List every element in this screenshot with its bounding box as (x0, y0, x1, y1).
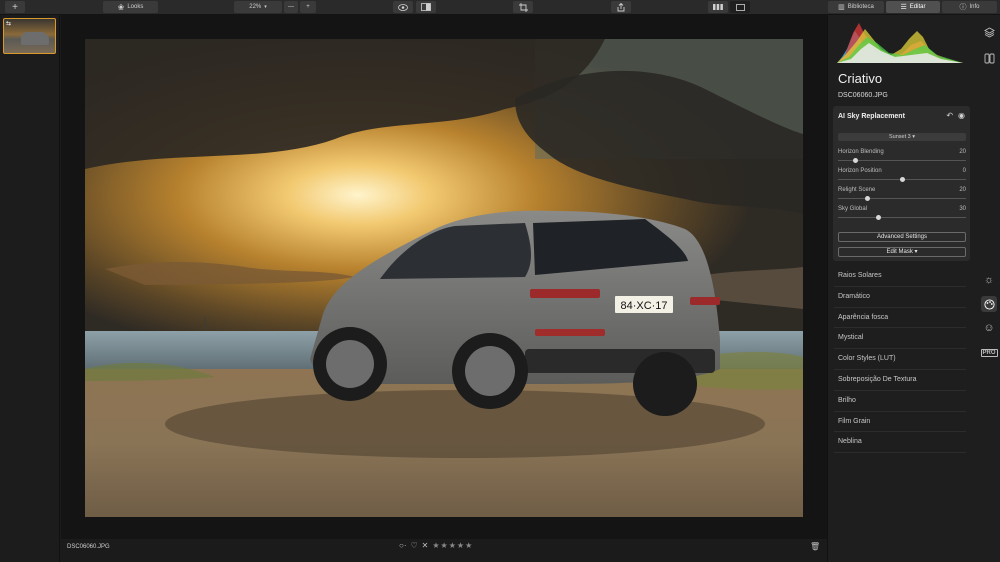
tab-biblioteca[interactable]: ▥ Biblioteca (828, 1, 884, 13)
slider-value: 20 (959, 149, 966, 155)
slider-label: Horizon Blending (838, 149, 884, 155)
add-button[interactable]: + (5, 1, 25, 13)
image-canvas: 84·XC·17 (61, 15, 827, 539)
slider-label: Relight Scene (838, 187, 876, 193)
photo-thumbnail[interactable]: ⇆ (3, 18, 56, 54)
filter-item[interactable]: Raios Solares (834, 266, 966, 287)
bottom-filename: DSC06060.JPG (67, 544, 110, 550)
face-icon[interactable]: ☺ (981, 320, 997, 336)
sky-card-title: AI Sky Replacement (838, 113, 905, 120)
compare-view-button[interactable] (416, 1, 436, 13)
star-rating[interactable]: ★★★★★ (432, 541, 473, 550)
horizon-position-slider[interactable]: Horizon Position 0 (838, 168, 966, 184)
filter-item[interactable]: Dramático (834, 287, 966, 308)
zoom-select[interactable]: 22% ▾ (234, 1, 282, 13)
crop-button[interactable] (513, 1, 533, 13)
photo-preview[interactable]: 84·XC·17 (85, 39, 803, 517)
car-sunset-photo: 84·XC·17 (85, 39, 803, 517)
pro-label: PRO (980, 349, 998, 357)
filmstrip: ⇆ (0, 15, 60, 562)
zoom-in-button[interactable]: + (300, 1, 316, 13)
sky-preset-select[interactable]: Sunset 3 ▾ (838, 133, 966, 141)
filter-item[interactable]: Color Styles (LUT) (834, 349, 966, 370)
top-toolbar: + ❀ Looks 22% ▾ — + ▥ Biblioteca ☰ Edita… (0, 0, 1000, 15)
looks-button[interactable]: ❀ Looks (103, 1, 158, 13)
filter-item[interactable]: Sobreposição De Textura (834, 370, 966, 391)
zoom-out-button[interactable]: — (284, 1, 298, 13)
eye-icon (398, 3, 408, 11)
split-view-icon (421, 3, 431, 11)
compare-icon[interactable] (981, 50, 997, 66)
filter-item[interactable]: Aparência fosca (834, 308, 966, 329)
slider-value: 30 (959, 206, 966, 212)
grid-icon (713, 4, 723, 10)
library-icon: ▥ (838, 4, 845, 11)
relight-scene-slider[interactable]: Relight Scene 20 (838, 187, 966, 203)
export-button[interactable] (611, 1, 631, 13)
info-icon: ⓘ (959, 4, 967, 11)
zoom-value: 22% (249, 4, 262, 10)
creative-filters-list: Raios Solares Dramático Aparência fosca Mys… (834, 266, 966, 454)
horizon-blending-slider[interactable]: Horizon Blending 20 (838, 149, 966, 165)
minus-icon: — (288, 4, 294, 10)
plus-icon: + (306, 4, 310, 10)
crop-icon (518, 2, 528, 12)
bottom-bar: DSC06060.JPG ○· ♡ ✕ ★★★★★ 🗑 (61, 539, 827, 562)
sliders-icon: ☰ (900, 4, 907, 11)
trash-icon[interactable]: 🗑 (810, 542, 820, 551)
palette-icon[interactable] (981, 296, 997, 312)
share-icon (617, 2, 625, 11)
panel-filename: DSC06060.JPG (838, 92, 888, 99)
slider-label: Sky Global (838, 206, 868, 212)
histogram (837, 19, 963, 63)
panel-title: Criativo (838, 71, 883, 86)
filter-item[interactable]: Mystical (834, 328, 966, 350)
preview-button[interactable] (393, 1, 413, 13)
tab-info[interactable]: ⓘ Info (942, 1, 997, 13)
filter-item[interactable]: Brilho (834, 391, 966, 412)
sun-icon[interactable]: ☼ (981, 272, 997, 288)
slider-knob[interactable] (865, 196, 871, 201)
thumbnail-car (21, 32, 49, 45)
swap-icon: ⇆ (6, 21, 12, 27)
slider-label: Horizon Position (838, 168, 882, 174)
pro-icon[interactable]: PRO (980, 345, 998, 361)
edit-mask-button[interactable]: Edit Mask ▾ (838, 247, 966, 257)
heart-icon[interactable]: ♡ (411, 541, 418, 550)
slider-value: 20 (959, 187, 966, 193)
tab-label: Info (969, 4, 980, 10)
filter-item[interactable]: Film Grain (834, 412, 966, 433)
slider-knob[interactable] (899, 177, 905, 182)
single-image-icon (735, 3, 745, 11)
layers-icon[interactable] (981, 24, 997, 40)
grid-view-button[interactable] (708, 1, 728, 13)
plus-icon: + (12, 1, 18, 13)
slider-knob[interactable] (852, 158, 858, 163)
tab-label: Biblioteca (847, 4, 874, 10)
tab-editar[interactable]: ☰ Editar (886, 1, 940, 13)
reject-icon[interactable]: ✕ (422, 541, 429, 550)
single-view-button[interactable] (730, 1, 750, 13)
looks-label: Looks (127, 4, 144, 10)
color-label-button[interactable]: ○· (399, 541, 407, 550)
license-plate-text: 84·XC·17 (620, 300, 667, 312)
slider-value: 0 (962, 168, 966, 174)
advanced-settings-button[interactable]: Advanced Settings (838, 232, 966, 242)
filter-item[interactable]: Neblina (834, 432, 966, 454)
panel-side-icons: ☼ ☺ PRO (979, 15, 999, 562)
sky-global-slider[interactable]: Sky Global 30 (838, 206, 966, 222)
slider-knob[interactable] (876, 215, 882, 220)
reset-icon[interactable]: ↶ (946, 111, 953, 120)
looks-icon: ❀ (117, 2, 125, 12)
ai-sky-replacement-card: AI Sky Replacement ↶ ◉ Sunset 3 ▾ Horizo… (833, 106, 970, 261)
edit-panel: Criativo DSC06060.JPG AI Sky Replacement… (827, 15, 1000, 562)
rating-bar: ○· ♡ ✕ ★★★★★ (399, 541, 473, 550)
toggle-icon[interactable]: ◉ (958, 111, 965, 120)
tab-label: Editar (909, 4, 926, 10)
chevron-down-icon: ▾ (264, 4, 267, 10)
